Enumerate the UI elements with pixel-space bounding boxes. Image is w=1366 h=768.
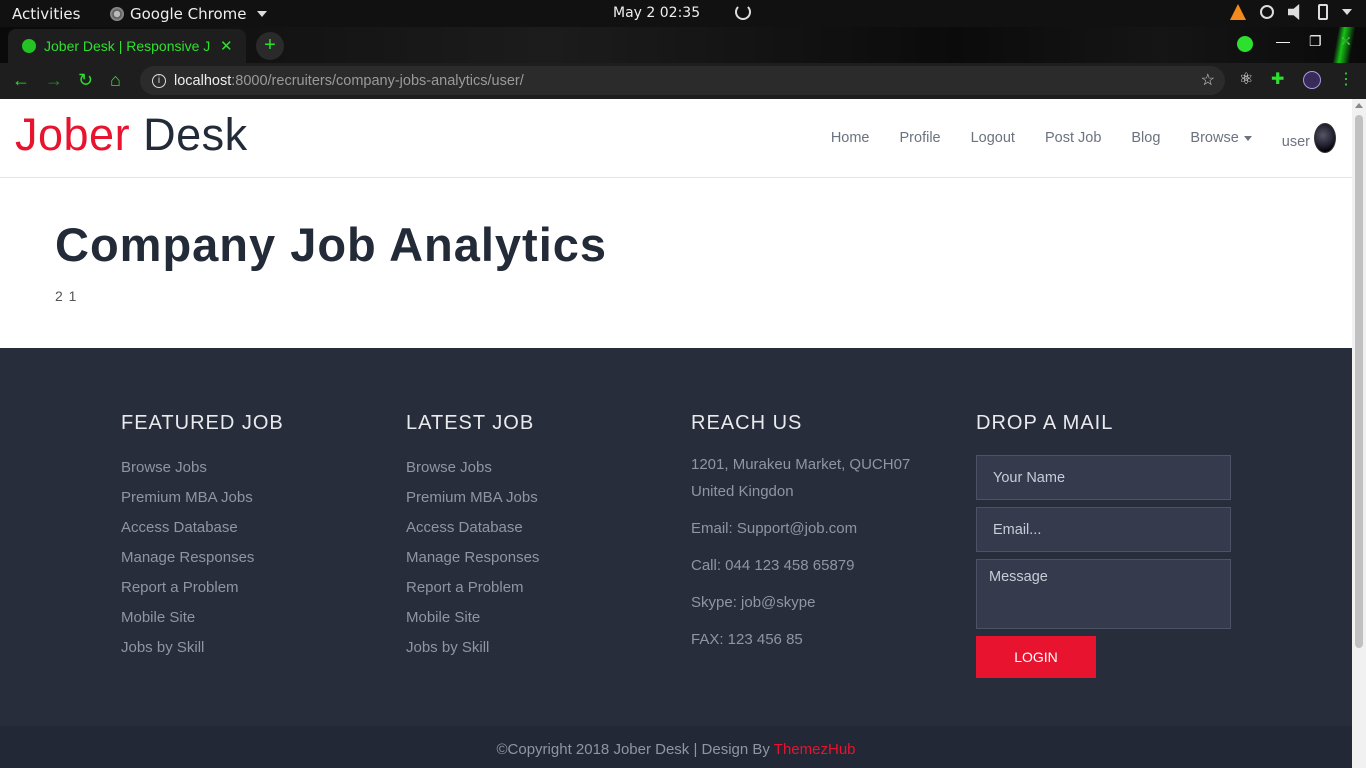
message-textarea[interactable]: Message [976,559,1231,629]
footer-link[interactable]: Browse Jobs [121,459,284,489]
system-top-bar: Activities Google Chrome May 2 02:35 [0,0,1366,27]
activities-button[interactable]: Activities [12,5,80,23]
tab-title: Jober Desk | Responsive J [44,38,211,54]
vlc-icon[interactable] [1230,4,1246,20]
user-label: user [1281,134,1310,150]
latest-job-heading: LATEST JOB [406,412,535,434]
browser-toolbar: ← → ↻ ⌂ i localhost:8000/recruiters/comp… [0,63,1366,99]
app-menu[interactable]: Google Chrome [110,5,267,23]
analytics-values: 2 1 [55,288,78,304]
contact-fax: FAX: 123 456 85 [691,631,803,648]
back-arrow-icon[interactable]: ← [12,70,30,91]
tab-strip: Jober Desk | Responsive J ✕ + — ❐ ✕ [0,27,1366,63]
reload-icon[interactable]: ↻ [78,70,93,91]
nav-home[interactable]: Home [831,130,870,146]
footer-link[interactable]: Access Database [406,519,539,549]
minimize-icon[interactable]: — [1276,33,1290,49]
reach-us-column: REACH US 1201, Murakeu Market, QUCH07 Uni… [691,412,910,663]
drop-mail-heading: DROP A MAIL [976,412,1114,434]
latest-job-column: LATEST JOB Browse Jobs Premium MBA Jobs … [406,412,539,669]
site-header: Jober Desk Home Profile Logout Post Job … [0,99,1352,178]
scrollbar-thumb[interactable] [1355,115,1363,648]
new-tab-button[interactable]: + [256,32,284,60]
nav-post-job[interactable]: Post Job [1045,130,1101,146]
web-page: Jober Desk Home Profile Logout Post Job … [0,99,1352,768]
chrome-icon [110,7,124,21]
footer-link[interactable]: Browse Jobs [406,459,539,489]
volume-icon [1288,4,1300,20]
clock[interactable]: May 2 02:35 [613,5,700,21]
drop-mail-column: DROP A MAIL Your Name Email... Message L… [976,412,1231,678]
system-tray[interactable] [1230,4,1352,20]
menu-kebab-icon[interactable]: ⋮ [1338,69,1356,88]
footer-link[interactable]: Premium MBA Jobs [121,489,284,519]
copyright-bar: ©Copyright 2018 Jober Desk | Design By T… [0,726,1352,768]
address-bar[interactable]: i localhost:8000/recruiters/company-jobs… [140,66,1225,95]
nav-profile[interactable]: Profile [900,130,941,146]
bookmark-star-icon[interactable]: ☆ [1201,70,1215,90]
close-icon[interactable]: ✕ [220,37,233,55]
maximize-icon[interactable]: ❐ [1309,33,1322,50]
cast-extension-icon[interactable] [1303,71,1321,89]
footer-link[interactable]: Access Database [121,519,284,549]
nav-browse-dropdown[interactable]: Browse [1190,130,1252,146]
reach-us-heading: REACH US [691,412,803,434]
address: 1201, Murakeu Market, QUCH07 United Kingd… [691,456,911,500]
caret-down-icon [1243,135,1252,141]
main-navigation: Home Profile Logout Post Job Blog Browse… [801,123,1336,153]
featured-job-heading: FEATURED JOB [121,412,284,434]
brightness-icon [1260,5,1274,19]
themezhub-link[interactable]: ThemezHub [774,741,856,758]
battery-icon [1318,4,1328,20]
footer-link[interactable]: Jobs by Skill [406,639,539,669]
footer-link[interactable]: Manage Responses [406,549,539,579]
featured-job-column: FEATURED JOB Browse Jobs Premium MBA Job… [121,412,284,669]
page-scrollbar[interactable] [1352,99,1366,768]
login-button[interactable]: LOGIN [976,636,1096,678]
site-logo[interactable]: Jober Desk [15,109,248,161]
chevron-down-icon [256,11,267,17]
sync-icon [735,4,751,20]
footer-link[interactable]: Report a Problem [406,579,539,609]
footer-link[interactable]: Mobile Site [406,609,539,639]
nav-browse-label: Browse [1190,130,1239,146]
contact-skype: Skype: job@skype [691,594,816,611]
url-text: localhost:8000/recruiters/company-jobs-a… [174,72,524,89]
footer-link[interactable]: Jobs by Skill [121,639,284,669]
site-footer: FEATURED JOB Browse Jobs Premium MBA Job… [0,348,1352,726]
info-icon[interactable]: i [152,73,166,88]
chevron-down-icon[interactable] [1342,9,1352,15]
email-field[interactable]: Email... [976,507,1231,552]
profile-icon[interactable] [1237,36,1253,52]
react-devtools-icon[interactable]: ⚛ [1239,69,1257,88]
forward-arrow-icon[interactable]: → [45,70,63,91]
globe-icon [22,39,36,53]
name-field[interactable]: Your Name [976,455,1231,500]
footer-link[interactable]: Premium MBA Jobs [406,489,539,519]
footer-link[interactable]: Manage Responses [121,549,284,579]
app-menu-label: Google Chrome [130,5,247,23]
page-title: Company Job Analytics [55,218,608,271]
contact-email: Email: Support@job.com [691,520,858,537]
scroll-up-arrow-icon[interactable] [1355,103,1363,108]
home-icon[interactable]: ⌂ [110,70,121,91]
nav-logout[interactable]: Logout [971,130,1015,146]
footer-link[interactable]: Mobile Site [121,609,284,639]
puzzle-extension-icon[interactable]: ✚ [1271,69,1289,88]
user-menu[interactable]: user [1282,123,1336,153]
footer-link[interactable]: Report a Problem [121,579,284,609]
browser-tab[interactable]: Jober Desk | Responsive J ✕ [8,29,246,63]
nav-blog[interactable]: Blog [1131,130,1160,146]
avatar [1314,123,1336,153]
contact-phone: Call: 044 123 458 65879 [691,557,855,574]
copyright-text: ©Copyright 2018 Jober Desk | Design By [496,741,774,758]
